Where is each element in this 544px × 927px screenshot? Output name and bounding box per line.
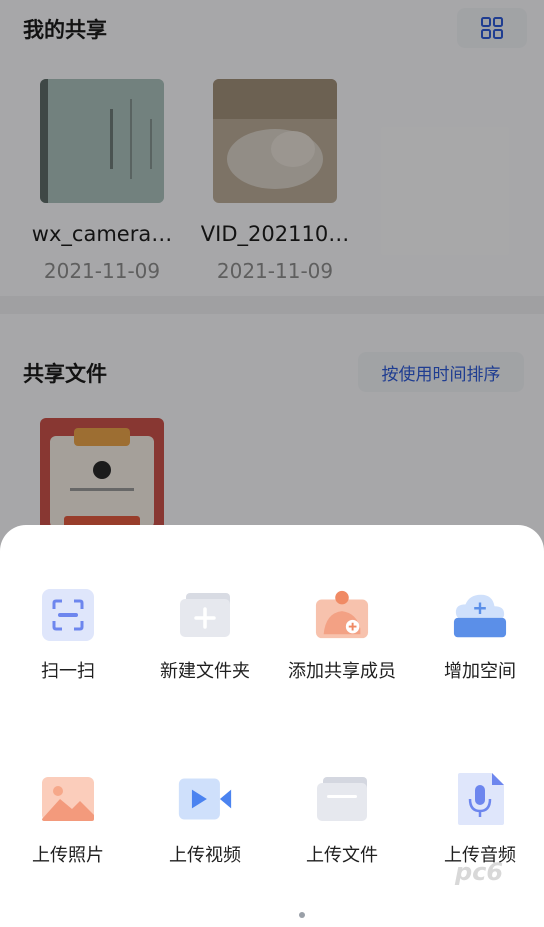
action-label: 添加共享成员 (288, 661, 396, 682)
upload-photo-button[interactable]: 上传照片 (0, 771, 136, 881)
audio-icon (452, 771, 508, 827)
add-share-member-button[interactable]: 添加共享成员 (274, 587, 410, 697)
video-icon (177, 771, 233, 827)
cloud-add-icon (452, 587, 508, 643)
action-label: 上传照片 (32, 845, 104, 866)
upload-video-button[interactable]: 上传视频 (137, 771, 273, 881)
scan-button[interactable]: 扫一扫 (0, 587, 136, 697)
upload-file-button[interactable]: 上传文件 (274, 771, 410, 881)
action-label: 增加空间 (444, 661, 516, 682)
action-label: 上传文件 (306, 845, 378, 866)
action-label: 上传视频 (169, 845, 241, 866)
photo-icon (40, 771, 96, 827)
action-label: 扫一扫 (41, 661, 95, 682)
action-bottom-sheet: 扫一扫 新建文件夹 添加共享成员 增加空间 上传照片 上传视频 上传文件 上传音… (0, 525, 544, 927)
add-member-icon (314, 587, 370, 643)
file-folder-icon (314, 771, 370, 827)
new-folder-button[interactable]: 新建文件夹 (137, 587, 273, 697)
watermark-logo: pc6 (455, 858, 504, 886)
scan-icon (40, 587, 96, 643)
new-folder-icon (177, 587, 233, 643)
add-space-button[interactable]: 增加空间 (412, 587, 544, 697)
action-label: 新建文件夹 (160, 661, 250, 682)
page-indicator-dot (299, 912, 305, 918)
